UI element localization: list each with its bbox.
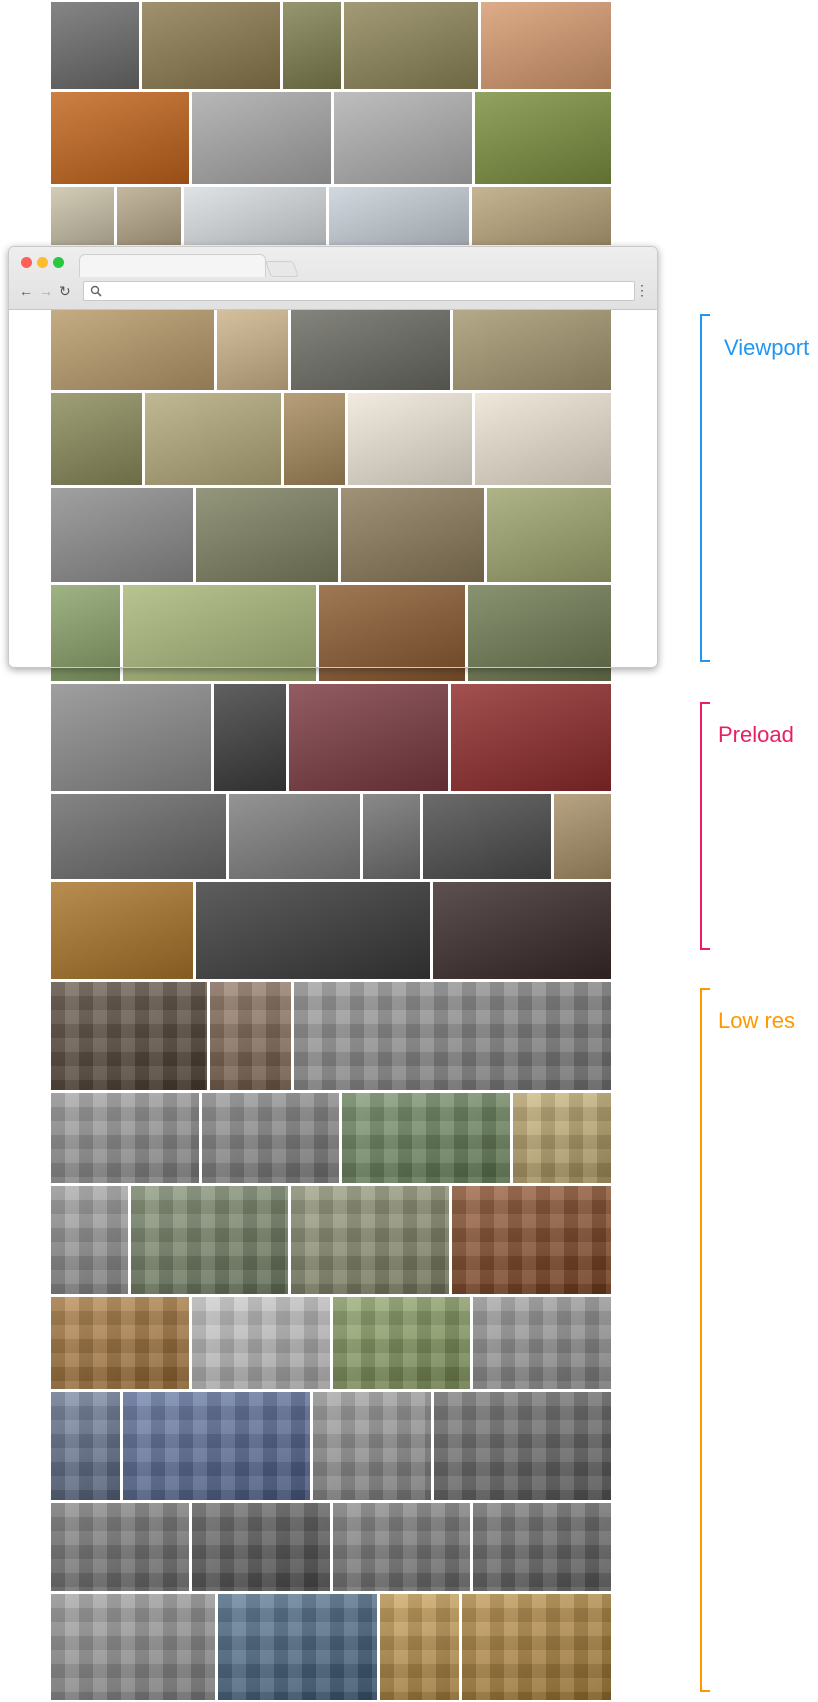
photo (142, 2, 280, 89)
photo (474, 92, 611, 184)
photo-row (51, 187, 611, 245)
photo (192, 92, 331, 184)
low-res-photo (462, 1594, 611, 1700)
low-res-photo (473, 1297, 611, 1389)
photo (333, 92, 472, 184)
photo (51, 684, 211, 791)
low-res-photo (332, 1503, 471, 1591)
viewport-label: Viewport (724, 335, 810, 360)
low-res-photo (51, 1093, 199, 1183)
low-res-photo (122, 1392, 310, 1500)
photo (471, 187, 611, 245)
more-vert-icon[interactable]: ⋮ (635, 283, 649, 297)
low-res-photo (294, 982, 611, 1090)
low-res-photo (210, 982, 292, 1090)
photo (480, 2, 611, 89)
photo-row (51, 92, 611, 184)
low-res-photo-row (51, 982, 611, 1090)
low-res-photo (191, 1503, 330, 1591)
low-res-photo (51, 982, 208, 1090)
low-res-photo (51, 1594, 215, 1700)
browser-window: ← → ↻ ⋮ (8, 246, 658, 668)
low-res-photo (291, 1186, 449, 1294)
low-res-photo (451, 1186, 611, 1294)
low-res-photo (512, 1093, 611, 1183)
low-res-photo (342, 1093, 510, 1183)
low-res-photo-row (51, 1392, 611, 1500)
photo (116, 187, 181, 245)
low-res-photo (332, 1297, 471, 1389)
low-res-photo (51, 1297, 189, 1389)
photo-row (51, 882, 611, 979)
search-icon (90, 285, 102, 297)
low-res-photo-row (51, 1186, 611, 1294)
low-res-photo-row (51, 1093, 611, 1183)
low-res-photo-row (51, 1297, 611, 1389)
address-bar[interactable] (83, 281, 635, 301)
preload-label: Preload (718, 722, 794, 747)
browser-toolbar: ← → ↻ ⋮ (9, 247, 657, 310)
low-res-photo (130, 1186, 289, 1294)
low-res-label: Low res (718, 1008, 796, 1033)
photo-row (51, 684, 611, 791)
photo-row (51, 794, 611, 879)
photo (432, 882, 611, 979)
photo (229, 794, 360, 879)
photo (51, 92, 190, 184)
photo (51, 2, 140, 89)
photo (344, 2, 478, 89)
close-dot[interactable] (21, 257, 32, 268)
preload-bracket (700, 702, 710, 950)
photo (51, 882, 193, 979)
zoom-dot[interactable] (53, 257, 64, 268)
photo (195, 882, 430, 979)
photo (51, 794, 227, 879)
minimize-dot[interactable] (37, 257, 48, 268)
photo (553, 794, 611, 879)
viewport-bracket (700, 314, 710, 662)
arrow-right-icon[interactable]: → (39, 284, 53, 298)
reload-icon[interactable]: ↻ (59, 284, 71, 298)
photo (51, 187, 114, 245)
low-res-photo-row (51, 1503, 611, 1591)
low-res-photo (379, 1594, 460, 1700)
photo (329, 187, 469, 245)
browser-tab[interactable] (79, 254, 266, 277)
photo (288, 684, 449, 791)
low-res-photo (191, 1297, 330, 1389)
photo (362, 794, 420, 879)
low-res-photo (51, 1503, 189, 1591)
photo (282, 2, 342, 89)
low-res-photo (433, 1392, 611, 1500)
low-res-photo-row (51, 1594, 611, 1700)
arrow-left-icon[interactable]: ← (19, 284, 33, 298)
low-res-photo (51, 1392, 120, 1500)
photo (213, 684, 286, 791)
low-res-photo (201, 1093, 340, 1183)
new-tab-button[interactable] (265, 261, 299, 277)
photo (183, 187, 327, 245)
low-res-photo (51, 1186, 128, 1294)
photo (451, 684, 611, 791)
low-res-bracket (700, 988, 710, 1692)
low-res-photo (473, 1503, 611, 1591)
low-res-photo (217, 1594, 377, 1700)
photo (422, 794, 551, 879)
photo-row (51, 2, 611, 89)
low-res-photo (312, 1392, 431, 1500)
